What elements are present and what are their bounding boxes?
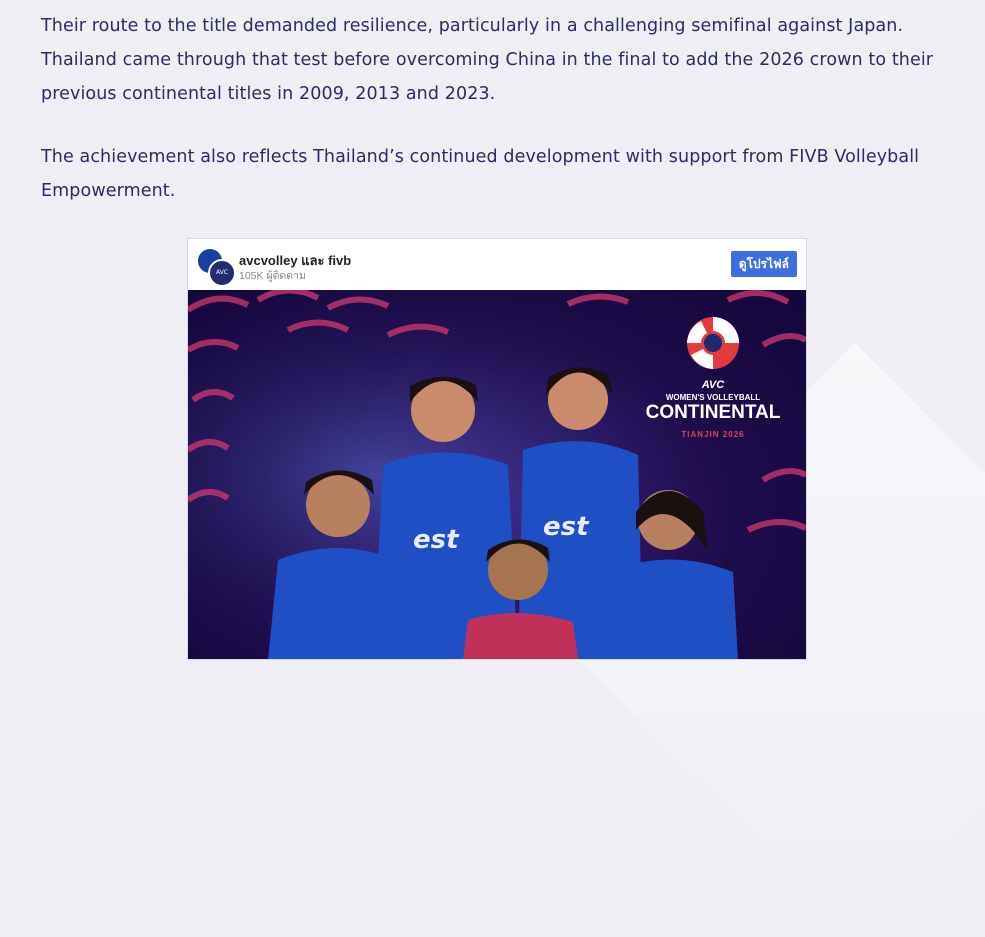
logo-avc-text: AVC	[701, 379, 725, 391]
tournament-logo: AVC WOMEN'S VOLLEYBALL CONTINENTAL TIANJ…	[638, 315, 788, 445]
article-paragraph: The achievement also reflects Thailand’s…	[41, 147, 920, 201]
avatar[interactable]: AVC	[196, 247, 236, 287]
svg-text:est: est	[543, 512, 590, 542]
volleyball-logo-icon	[687, 317, 739, 369]
svg-text:est: est	[413, 525, 460, 555]
article-paragraph: Their route to the title demanded resili…	[41, 16, 934, 104]
follower-count: 105K ผู้ติดตาม	[239, 270, 306, 282]
view-profile-button[interactable]: ดูโปรไฟล์	[730, 251, 797, 277]
logo-title: CONTINENTAL	[645, 402, 781, 423]
avatar-avc: AVC	[208, 259, 236, 287]
embed-header: AVC avcvolley และ fivb 105K ผู้ติดตาม ดู…	[188, 239, 806, 290]
logo-subtitle: WOMEN'S VOLLEYBALL	[665, 393, 761, 402]
post-image[interactable]: est est AVC WOMEN'S VOLLEYBALL CONTINENT…	[188, 290, 806, 659]
logo-city: TIANJIN 2026	[681, 430, 745, 439]
instagram-embed: AVC avcvolley และ fivb 105K ผู้ติดตาม ดู…	[187, 238, 807, 660]
